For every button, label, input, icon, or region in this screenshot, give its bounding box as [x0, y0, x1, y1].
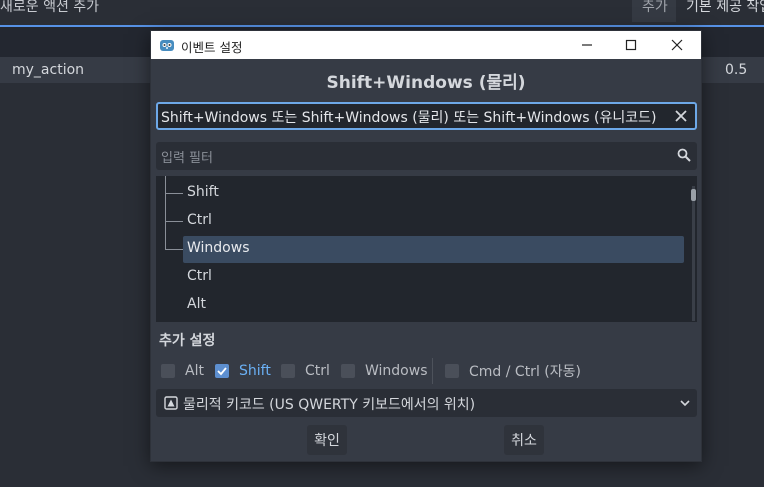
checkbox-icon — [281, 364, 295, 378]
input-event-tree[interactable]: Shift Ctrl Windows Ctrl Alt — [156, 176, 697, 322]
tree-item-label: Alt — [187, 296, 206, 312]
modifier-separator — [432, 358, 433, 384]
extra-settings-label: 추가 설정 — [159, 333, 216, 349]
tree-item[interactable]: Shift — [156, 180, 686, 207]
search-icon — [677, 148, 691, 162]
key-location-value: 물리적 키코드 (US QWERTY 키보드에서의 위치) — [183, 397, 476, 413]
close-icon — [671, 39, 683, 51]
action-deadzone-value[interactable]: 0.5 — [725, 62, 747, 78]
key-location-select[interactable]: 물리적 키코드 (US QWERTY 키보드에서의 위치) — [156, 389, 697, 417]
tree-item[interactable]: Ctrl — [156, 264, 686, 291]
editor-background — [0, 462, 764, 487]
tree-item[interactable]: Alt — [156, 292, 686, 319]
tree-scrollbar-thumb[interactable] — [691, 189, 696, 201]
minimize-icon — [582, 44, 592, 46]
event-heading: Shift+Windows (물리) — [326, 73, 526, 93]
input-filter-field[interactable]: 입력 필터 — [156, 142, 697, 170]
maximize-button[interactable] — [609, 31, 653, 59]
checkbox-checked-icon — [215, 364, 229, 378]
ctrl-checkbox[interactable]: Ctrl — [281, 358, 330, 384]
maximize-icon — [625, 39, 637, 51]
modifier-checkboxes: Alt Shift Ctrl Windows Cmd / Ctrl (자동) — [151, 358, 701, 384]
tree-item-label: Ctrl — [187, 212, 212, 228]
selection-highlight — [183, 236, 684, 263]
tree-item-label: Ctrl — [187, 268, 212, 284]
tree-item-selected[interactable]: Windows — [156, 236, 686, 263]
clear-icon[interactable] — [673, 108, 689, 124]
minimize-button[interactable] — [565, 31, 609, 59]
keyboard-physical-icon — [164, 396, 178, 410]
cmd-ctrl-auto-checkbox[interactable]: Cmd / Ctrl (자동) — [445, 358, 581, 384]
tree-item-label: Shift — [187, 184, 219, 200]
alt-checkbox[interactable]: Alt — [161, 358, 204, 384]
editor-toolbar: 새로운 액션 추가 추가 기본 제공 작업 — [0, 0, 764, 22]
window-titlebar[interactable]: 이벤트 설정 — [151, 31, 701, 59]
show-builtin-actions-toggle[interactable]: 기본 제공 작업 — [676, 0, 764, 22]
event-listener-field[interactable]: Shift+Windows 또는 Shift+Windows (물리) 또는 S… — [156, 102, 697, 130]
event-config-dialog: 이벤트 설정 Shift+Windows (물리) Shift+Windows … — [150, 30, 702, 462]
add-action-button[interactable]: 추가 — [632, 0, 676, 22]
shift-checkbox[interactable]: Shift — [215, 358, 271, 384]
ok-button[interactable]: 확인 — [307, 425, 347, 455]
checkbox-icon — [341, 364, 355, 378]
filter-placeholder: 입력 필터 — [161, 151, 213, 166]
new-action-label: 새로운 액션 추가 — [0, 0, 100, 15]
window-title: 이벤트 설정 — [181, 40, 243, 55]
close-window-button[interactable] — [655, 31, 699, 59]
tree-item[interactable]: Ctrl — [156, 208, 686, 235]
chevron-down-icon — [680, 400, 690, 407]
action-name: my_action — [12, 62, 85, 78]
event-listener-text[interactable]: Shift+Windows 또는 Shift+Windows (물리) 또는 S… — [161, 107, 657, 127]
cancel-button[interactable]: 취소 — [504, 425, 544, 455]
tree-item-label: Windows — [187, 240, 250, 256]
windows-checkbox[interactable]: Windows — [341, 358, 428, 384]
checkbox-icon — [161, 364, 175, 378]
godot-icon — [160, 40, 174, 51]
checkbox-icon — [445, 364, 459, 378]
tree-scrollbar[interactable] — [692, 186, 695, 321]
